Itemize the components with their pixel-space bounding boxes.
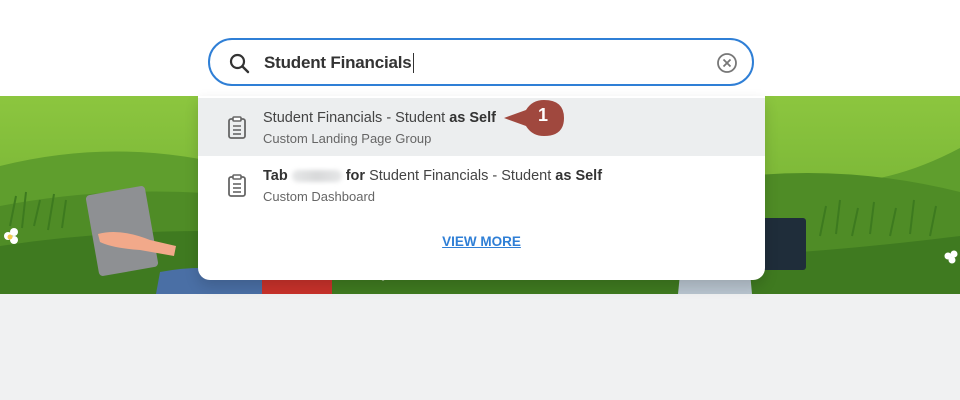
step-number: 1 bbox=[537, 105, 548, 125]
view-more-link[interactable]: VIEW MORE bbox=[198, 234, 765, 249]
search-value[interactable]: Student Financials bbox=[264, 53, 414, 73]
redacted-text bbox=[291, 170, 342, 183]
search-results-dropdown: Student Financials - Student as Self Cus… bbox=[198, 96, 765, 280]
clipboard-icon bbox=[228, 174, 246, 197]
text-caret bbox=[412, 53, 414, 73]
clear-icon[interactable] bbox=[716, 52, 738, 74]
search-result-item[interactable]: Student Financials - Student as Self Cus… bbox=[198, 98, 765, 156]
clipboard-icon bbox=[228, 116, 246, 139]
search-result-subtitle: Custom Dashboard bbox=[263, 189, 375, 204]
page-background bbox=[0, 294, 960, 400]
search-result-title: Student Financials - Student as Self bbox=[263, 110, 496, 126]
search-input[interactable]: Student Financials bbox=[208, 38, 754, 86]
search-result-title: Tab for Student Financials - Student as S… bbox=[263, 168, 603, 184]
search-result-item[interactable]: Tab for Student Financials - Student as S… bbox=[198, 156, 765, 214]
search-result-subtitle: Custom Landing Page Group bbox=[263, 131, 432, 146]
search-icon bbox=[229, 53, 250, 74]
